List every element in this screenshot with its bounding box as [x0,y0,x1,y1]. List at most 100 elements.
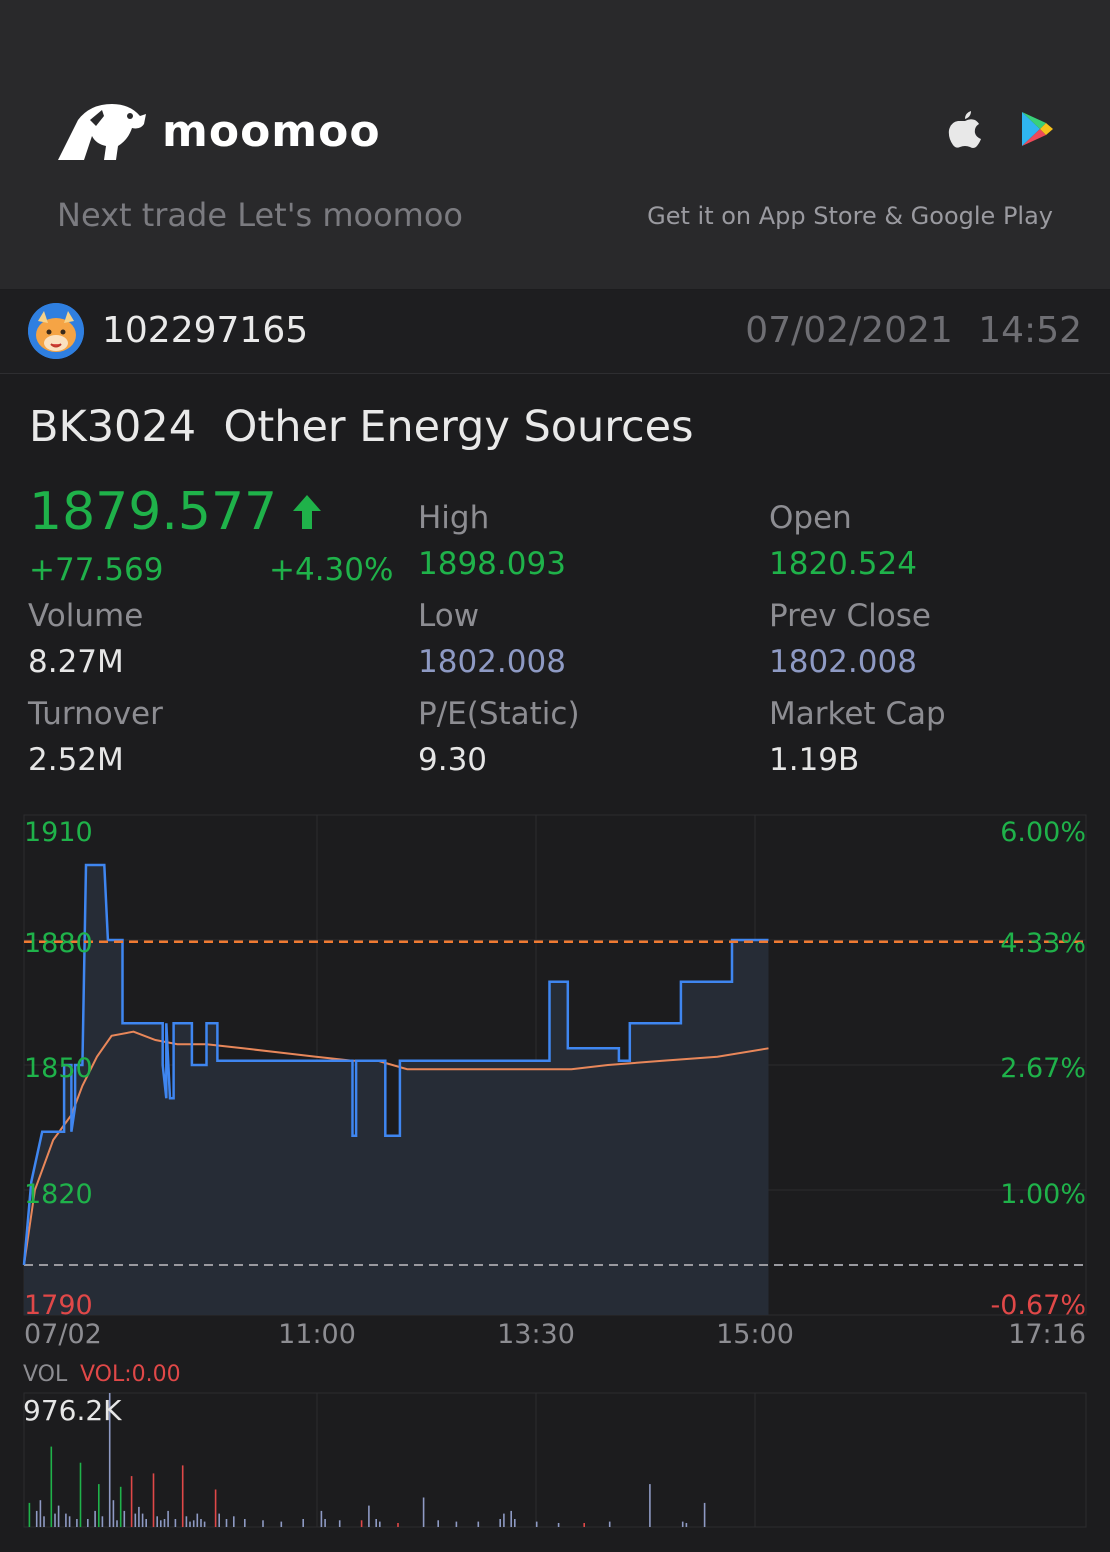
apple-icon[interactable] [948,110,982,148]
low-label: Low [418,598,480,634]
y-tick-right: -0.67% [990,1290,1086,1321]
y-tick-left: 1820 [24,1179,93,1210]
volume-bar [244,1519,246,1527]
volume-bar [200,1519,202,1527]
vol-title: VOL [23,1362,68,1387]
intraday-price-chart[interactable]: 1910 1880 1850 1820 1790 6.00% 4.33% 2.67% 1.00%… [0,808,1110,1368]
pe-label: P/E(Static) [418,696,580,732]
stock-code: BK3024 [29,402,197,452]
timestamp: 07/02/2021 14:52 [745,310,1082,351]
low-value: 1802.008 [418,644,566,680]
volume-bar [101,1516,104,1527]
x-tick: 15:00 [716,1319,794,1350]
app-banner: moomoo Next trade Let's moomoo Get it on… [0,0,1110,289]
vol-max-label: 976.2K [23,1394,122,1427]
user-id: 102297165 [102,310,309,351]
volume-bar [152,1473,155,1527]
price-change-pct: +4.30% [269,552,394,588]
y-tick-right: 1.00% [1000,1179,1086,1210]
turnover-value: 2.52M [28,742,124,778]
volume-bar [35,1510,38,1527]
volume-bar [320,1510,323,1527]
volume-bar [503,1513,505,1527]
cow-avatar-icon [28,303,84,359]
volume-bar [134,1513,137,1527]
volume-bar [112,1500,115,1527]
volume-bar [535,1521,538,1527]
volume-bar [94,1510,96,1527]
volume-bar [203,1521,206,1527]
y-tick-left: 1910 [24,817,93,848]
moomoo-bull-icon [58,104,146,160]
tagline: Next trade Let's moomoo [57,196,463,234]
volume-bar [163,1519,166,1527]
volume-bar [225,1519,228,1527]
volume-bar [65,1513,67,1527]
volume-bar [703,1502,706,1527]
volume-bar [379,1521,381,1527]
volume-bar [375,1519,377,1527]
volume-bar [76,1519,78,1527]
y-tick-right: 2.67% [1000,1053,1086,1084]
volume-bar [514,1519,516,1527]
volume-bar [649,1484,651,1527]
volume-value: 8.27M [28,644,124,680]
volume-bar [477,1521,480,1527]
y-tick-left: 1850 [24,1053,93,1084]
last-price: 1879.577 [29,482,323,542]
volume-bar [116,1520,118,1527]
price-value: 1879.577 [29,482,278,542]
x-tick: 11:00 [278,1319,356,1350]
open-label: Open [769,500,852,536]
brand-logo[interactable]: moomoo [56,100,381,162]
x-tick: 13:30 [497,1319,575,1350]
volume-bar [156,1516,158,1527]
volume-bar [360,1520,363,1527]
volume-bar [583,1523,585,1527]
store-text[interactable]: Get it on App Store & Google Play [647,202,1053,230]
pe-value: 9.30 [418,742,488,778]
volume-bar [160,1520,162,1527]
volume-bar [54,1513,56,1527]
volume-bar [437,1520,439,1527]
volume-bar [28,1502,31,1527]
price-change: +77.569 [29,552,164,588]
volume-bar [192,1520,195,1527]
volume-bar [397,1523,399,1527]
google-play-icon[interactable] [1020,111,1054,147]
volume-bar [138,1506,140,1527]
avatar[interactable] [28,303,84,359]
volume-bar [43,1516,45,1527]
volume-bar [324,1519,326,1527]
volume-bar [338,1520,341,1527]
volume-bar [233,1516,235,1527]
x-tick: 17:16 [1008,1319,1086,1350]
volume-bar [119,1486,122,1527]
volume-bar [167,1510,169,1527]
y-tick-right: 6.00% [1000,817,1086,848]
volume-bar [130,1476,133,1527]
store-icons [948,110,1054,148]
time: 14:52 [978,310,1082,351]
volume-bar [189,1521,191,1527]
user-bar: 102297165 07/02/2021 14:52 [0,290,1110,374]
prev-close-label: Prev Close [769,598,931,634]
volume-bar [510,1510,512,1527]
volume-bar [145,1519,147,1527]
volume-bar [608,1521,611,1527]
vol-value: VOL:0.00 [80,1362,181,1387]
volume-bar [57,1505,60,1527]
volume-chart[interactable]: VOL VOL:0.00 976.2K [0,1360,1110,1540]
volume-label: Volume [28,598,144,634]
open-value: 1820.524 [769,546,917,582]
volume-bar [98,1484,100,1527]
volume-bar [280,1521,283,1527]
volume-bar [87,1519,89,1527]
brand-name: moomoo [162,105,381,157]
volume-bar [174,1519,177,1527]
volume-bar [685,1523,688,1527]
price-area-fill [24,865,769,1315]
volume-bar [68,1516,71,1527]
y-tick-right: 4.33% [1000,928,1086,959]
x-tick: 07/02 [24,1319,102,1350]
